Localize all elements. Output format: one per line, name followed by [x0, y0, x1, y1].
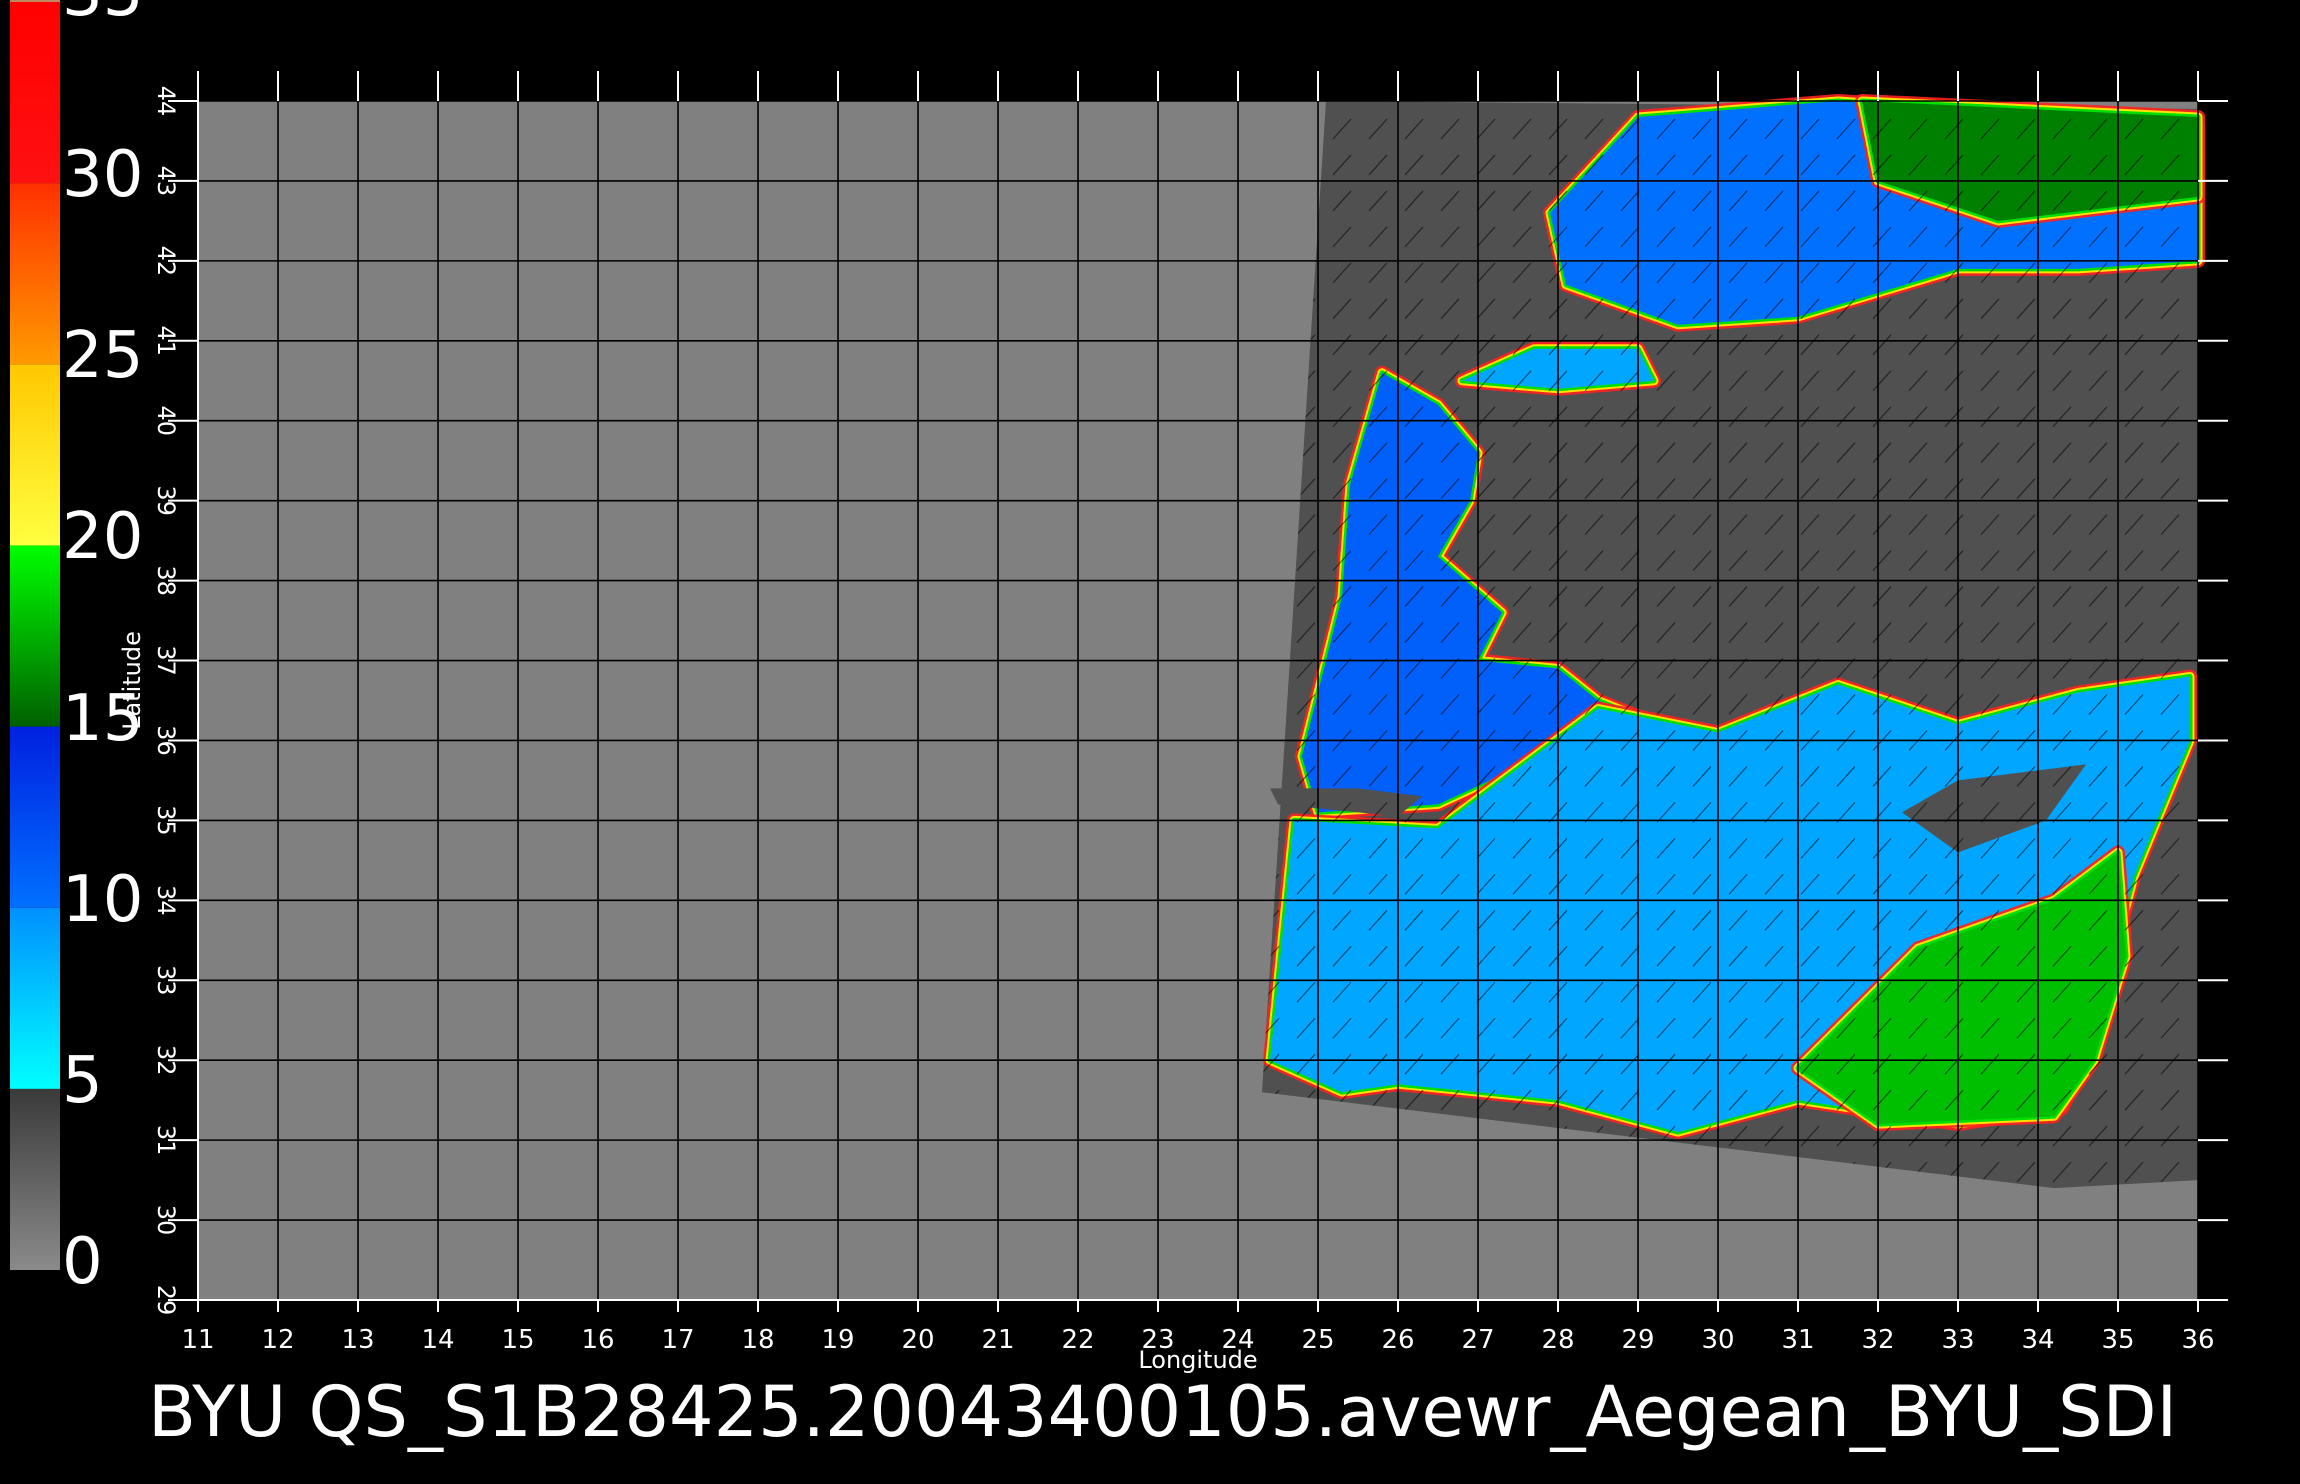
colorbar-tick-label: 25 — [62, 319, 144, 394]
colorbar-band — [10, 183, 60, 365]
x-tick-label: 15 — [501, 1325, 534, 1355]
colorbar-band — [10, 364, 60, 546]
x-tick-label: 11 — [181, 1325, 214, 1355]
y-tick-label: 34 — [152, 885, 180, 916]
y-tick-label: 41 — [152, 326, 180, 357]
colorbar-band — [10, 726, 60, 908]
colorbar — [10, 0, 60, 1270]
y-tick-label: 37 — [152, 645, 180, 676]
x-tick-label: 12 — [261, 1325, 294, 1355]
x-tick-label: 20 — [901, 1325, 934, 1355]
image-caption: BYU QS_S1B28425.20043400105.avewr_Aegean… — [148, 1372, 2178, 1452]
colorbar-band — [10, 0, 60, 2]
colorbar-tick-label: 35 — [62, 0, 143, 26]
x-tick-label: 31 — [1781, 1325, 1814, 1355]
colorbar-tick-label: 0 — [62, 1225, 103, 1299]
x-tick-label: 28 — [1541, 1325, 1574, 1355]
x-tick-label: 21 — [981, 1325, 1014, 1355]
y-tick-label: 40 — [152, 405, 180, 436]
chart-figure: 11 12 13 14 15 16 17 18 19 20 21 22 23 24 25 26 27 28 29 30… — [0, 0, 2300, 1480]
y-tick-label: 33 — [152, 965, 180, 996]
y-tick-label: 43 — [152, 166, 180, 197]
x-tick-label: 32 — [1861, 1325, 1894, 1355]
x-tick-label: 17 — [661, 1325, 694, 1355]
x-tick-label: 25 — [1301, 1325, 1334, 1355]
x-tick-label: 35 — [2101, 1325, 2134, 1355]
colorbar-band — [10, 2, 60, 184]
colorbar-band — [10, 545, 60, 727]
x-tick-label: 36 — [2181, 1325, 2214, 1355]
y-tick-label: 38 — [152, 565, 180, 596]
colorbar-tick-label: 20 — [62, 500, 144, 575]
colorbar-tick-label: 30 — [62, 138, 144, 213]
x-tick-label: 18 — [741, 1325, 774, 1355]
colorbar-tick-label: 5 — [62, 1043, 103, 1118]
x-tick-label: 30 — [1701, 1325, 1734, 1355]
x-tick-label: 19 — [821, 1325, 854, 1355]
x-tick-label: 22 — [1061, 1325, 1094, 1355]
x-tick-label: 34 — [2021, 1325, 2054, 1355]
y-tick-label: 31 — [152, 1125, 180, 1156]
y-tick-label: 30 — [152, 1205, 180, 1236]
colorbar-band — [10, 907, 60, 1089]
y-tick-label: 36 — [152, 725, 180, 756]
x-tick-label: 26 — [1381, 1325, 1414, 1355]
x-axis-title: Longitude — [1138, 1346, 1257, 1374]
y-tick-label: 44 — [152, 86, 180, 117]
y-tick-label: 32 — [152, 1045, 180, 1076]
x-tick-label: 33 — [1941, 1325, 1974, 1355]
colorbar-tick-label: 10 — [62, 862, 144, 937]
y-tick-label: 42 — [152, 246, 180, 277]
x-tick-label: 14 — [421, 1325, 454, 1355]
plot-area — [198, 94, 2205, 1300]
x-tick-label: 29 — [1621, 1325, 1654, 1355]
colorbar-band — [10, 1088, 60, 1270]
y-tick-label: 35 — [152, 805, 180, 836]
wind-speed-map: 11 12 13 14 15 16 17 18 19 20 21 22 23 24 25 26 27 28 29 30… — [10, 0, 2228, 1374]
x-tick-label: 13 — [341, 1325, 374, 1355]
y-tick-label: 29 — [152, 1285, 180, 1316]
x-tick-label: 27 — [1461, 1325, 1494, 1355]
colorbar-tick-label: 15 — [62, 681, 144, 756]
x-tick-label: 16 — [581, 1325, 614, 1355]
y-tick-label: 39 — [152, 485, 180, 516]
